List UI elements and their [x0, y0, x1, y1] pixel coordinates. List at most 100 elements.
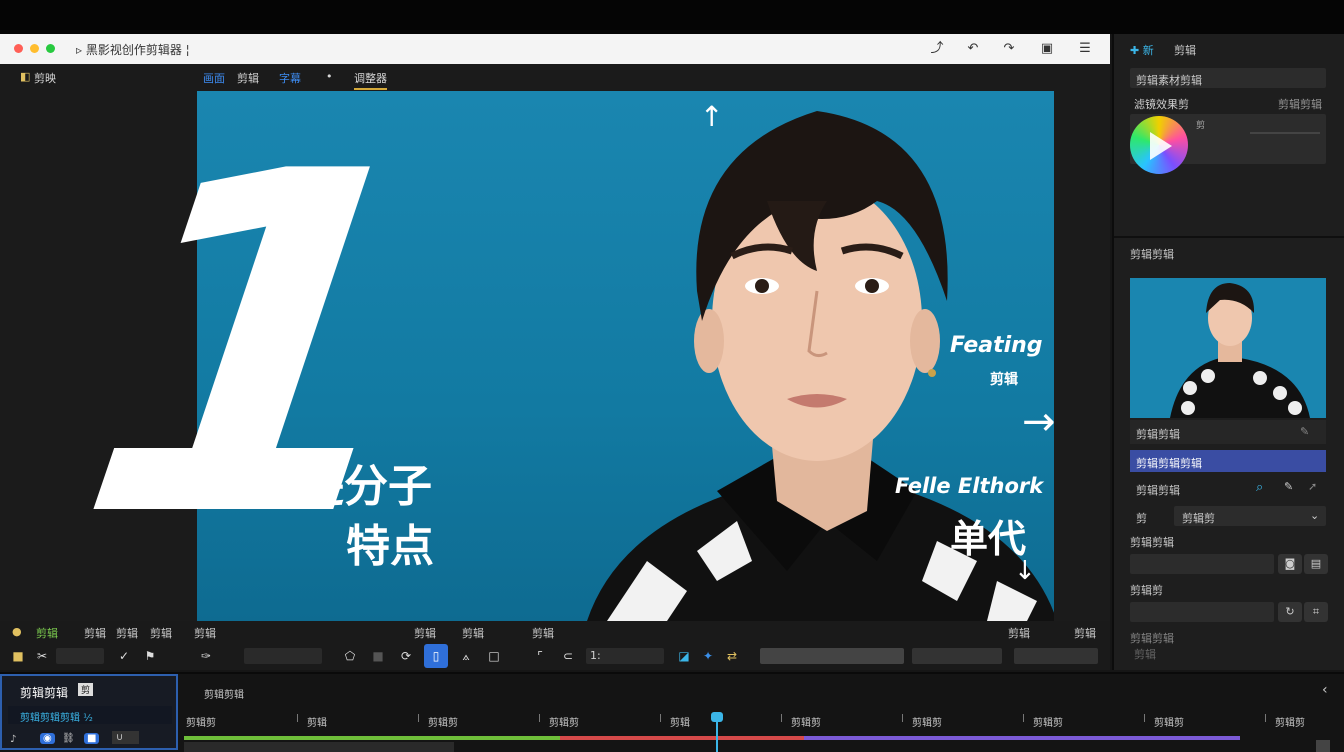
- bottom-toolbar: ● 剪辑 剪辑 剪辑 剪辑 剪辑 剪辑 剪辑 剪辑 剪辑 剪辑 ■ ✂ ✓ ⚑ …: [0, 621, 1110, 670]
- search-icon[interactable]: ⌕: [1256, 480, 1263, 495]
- camera-button[interactable]: ◙: [1278, 554, 1302, 574]
- layer-dropdown[interactable]: ∪: [112, 731, 140, 744]
- scissors-icon[interactable]: ✂: [32, 646, 52, 666]
- timeline-layer-panel[interactable]: 剪辑剪辑 剪 剪辑剪辑剪辑 ¹⁄₂ ♪ ◉ ⛓ ■ ∪: [0, 674, 178, 750]
- ruler-label: 剪辑剪: [1033, 718, 1063, 729]
- ruler-label: 剪辑剪: [549, 718, 579, 729]
- search-row-label: 剪辑剪辑: [1136, 484, 1180, 497]
- section2-label: 剪辑剪辑: [1130, 248, 1174, 261]
- toolbar-progress[interactable]: [760, 648, 904, 664]
- timeline-track-header: 剪辑剪辑: [204, 690, 244, 701]
- crop-button[interactable]: ⌗: [1304, 602, 1328, 622]
- maximize-window-button[interactable]: [46, 44, 55, 53]
- canvas-caption-cn-2[interactable]: 单代: [950, 508, 1026, 563]
- scrollbar-handle[interactable]: [1316, 740, 1330, 752]
- effect-slider[interactable]: [1250, 132, 1320, 134]
- ruler-tick: [902, 714, 903, 722]
- canvas-title-line2[interactable]: 特点: [346, 510, 434, 574]
- link-icon[interactable]: ⛓: [62, 733, 75, 744]
- collapse-icon[interactable]: ‹: [1322, 682, 1328, 698]
- transform-icon[interactable]: ⟑: [456, 646, 476, 666]
- panel-field-1[interactable]: 剪辑素材剪辑: [1130, 68, 1326, 88]
- row5-label: 剪辑剪辑: [1130, 632, 1174, 645]
- toolbar-item-3[interactable]: 剪辑: [150, 625, 172, 641]
- toolbar-item-6[interactable]: 剪辑: [462, 625, 484, 641]
- effect-preview-box[interactable]: 剪: [1130, 114, 1326, 174]
- close-window-button[interactable]: [14, 44, 23, 53]
- layout-icon[interactable]: ▣: [1038, 40, 1056, 58]
- layer-toggle-2[interactable]: ■: [84, 733, 100, 744]
- arrow-swap-icon[interactable]: ⇄: [722, 646, 742, 666]
- refresh-button[interactable]: ↻: [1278, 602, 1302, 622]
- color-picker-icon[interactable]: ◪: [674, 646, 694, 666]
- layer-badge: 剪: [78, 683, 94, 696]
- canvas-caption-english-1[interactable]: Feating: [950, 333, 1043, 358]
- toolbar-item-4[interactable]: 剪辑: [194, 625, 216, 641]
- bulb-icon: ●: [12, 625, 22, 638]
- ruler-tick: [781, 714, 782, 722]
- check-icon[interactable]: ✓: [114, 646, 134, 666]
- toolbar-item-1[interactable]: 剪辑: [84, 625, 106, 641]
- layer-option-label: ♪: [10, 734, 17, 745]
- menu-icon[interactable]: ☰: [1076, 40, 1094, 58]
- toolbar-item-9[interactable]: 剪辑: [1074, 625, 1096, 641]
- select-dropdown[interactable]: 剪辑剪 ⌄: [1174, 506, 1326, 526]
- toolbar-input-3[interactable]: 1:: [586, 648, 664, 664]
- canvas-caption-english-2[interactable]: Felle Elthork: [895, 474, 1043, 498]
- toolbar-input-2[interactable]: [244, 648, 322, 664]
- rotate-icon[interactable]: ⟳: [396, 646, 416, 666]
- layer-row[interactable]: 剪辑剪辑剪辑 ¹⁄₂: [8, 706, 172, 724]
- add-tab[interactable]: ✚ 新: [1130, 42, 1154, 58]
- canvas-title-line1[interactable]: 遊分子: [300, 450, 432, 514]
- toolbar-item-8[interactable]: 剪辑: [1008, 625, 1030, 641]
- ruler-label: 剪辑剪: [912, 718, 942, 729]
- canvas-caption-cn-1[interactable]: 剪辑: [990, 369, 1018, 389]
- redo-icon[interactable]: ↷: [1000, 40, 1018, 58]
- toolbar-item-2[interactable]: 剪辑: [116, 625, 138, 641]
- crop-icon[interactable]: ⌜: [530, 646, 550, 666]
- toolbar-item-5[interactable]: 剪辑: [414, 625, 436, 641]
- pen-icon[interactable]: ✑: [196, 646, 216, 666]
- track-segment-red[interactable]: [560, 736, 804, 740]
- layer-toggle-1[interactable]: ◉: [40, 733, 55, 744]
- arrow-right-icon: →: [1022, 399, 1056, 445]
- text-tool-icon[interactable]: ⊂: [558, 646, 578, 666]
- image-button[interactable]: ▤: [1304, 554, 1328, 574]
- flag-icon[interactable]: ⚑: [140, 646, 160, 666]
- ruler-tick: [1023, 714, 1024, 722]
- row6-label: 剪辑: [1134, 648, 1156, 661]
- ruler-label: 剪辑剪: [791, 718, 821, 729]
- select-row-label: 剪: [1136, 512, 1147, 525]
- toolbar-item-7[interactable]: 剪辑: [532, 625, 554, 641]
- track-clip[interactable]: [184, 742, 454, 752]
- layer-row-text: 剪辑剪辑剪辑 ¹⁄₂: [20, 713, 93, 724]
- square-icon[interactable]: ■: [368, 646, 388, 666]
- track-segment-green[interactable]: [184, 736, 560, 740]
- preview-thumbnail[interactable]: [1130, 278, 1326, 418]
- folder-icon[interactable]: ■: [8, 646, 28, 666]
- undo-icon[interactable]: ↶: [964, 40, 982, 58]
- select-tool-button[interactable]: ▯: [424, 644, 448, 668]
- panel-tab-label[interactable]: 剪辑: [1174, 42, 1196, 58]
- highlight-row[interactable]: 剪辑剪辑剪辑: [1130, 450, 1326, 472]
- window-title: ▹ 黑影视创作剪辑器 ¦: [76, 43, 190, 57]
- edit-icon[interactable]: ✎: [1300, 425, 1309, 438]
- panel-divider: [1114, 236, 1344, 238]
- pin-icon[interactable]: ➚: [1308, 480, 1317, 493]
- magic-icon[interactable]: ✦: [698, 646, 718, 666]
- minimize-window-button[interactable]: [30, 44, 39, 53]
- frame-icon[interactable]: □: [484, 646, 504, 666]
- share-icon[interactable]: ⤴: [928, 40, 946, 58]
- brush-icon[interactable]: ✎: [1284, 480, 1293, 493]
- row4-input[interactable]: [1130, 602, 1274, 622]
- toolbar-input-4[interactable]: [912, 648, 1002, 664]
- row3-input[interactable]: [1130, 554, 1274, 574]
- playhead-handle[interactable]: [711, 712, 723, 722]
- toolbar-input-1[interactable]: [56, 648, 104, 664]
- panel-field-1-text: 剪辑素材剪辑: [1136, 74, 1202, 87]
- track-segment-purple[interactable]: [804, 736, 1240, 740]
- layer-title: 剪辑剪辑: [20, 686, 69, 700]
- toolbar-input-5[interactable]: [1014, 648, 1098, 664]
- shape-icon[interactable]: ⬠: [340, 646, 360, 666]
- arrow-down-icon: ↓: [1014, 556, 1036, 586]
